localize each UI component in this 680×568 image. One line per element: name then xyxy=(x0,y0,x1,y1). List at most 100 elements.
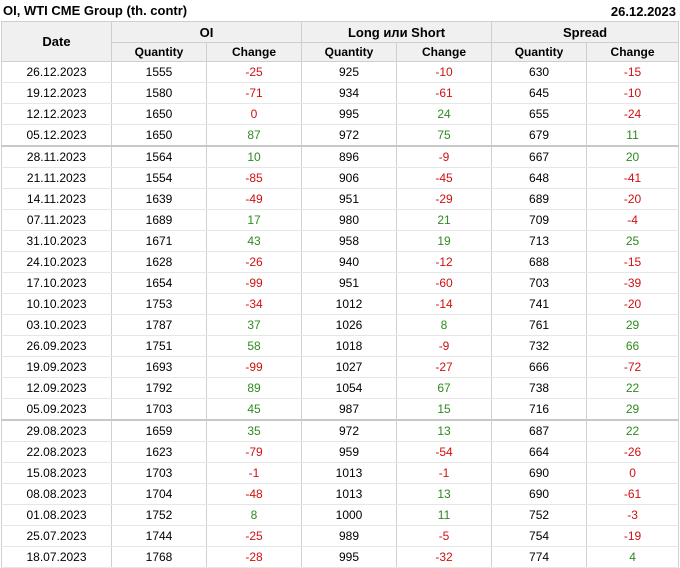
ls-quantity-cell: 959 xyxy=(301,441,398,463)
date-cell: 22.08.2023 xyxy=(1,441,112,463)
spread-change-cell: -4 xyxy=(586,209,680,231)
date-cell: 25.07.2023 xyxy=(1,525,112,547)
spread-quantity-cell: 645 xyxy=(491,82,588,104)
oi-quantity-cell: 1753 xyxy=(111,293,207,315)
ls-change-cell: -45 xyxy=(396,167,493,189)
ls-quantity-cell: 1013 xyxy=(301,462,398,484)
oi-quantity-cell: 1639 xyxy=(111,188,207,210)
ls-quantity-cell: 1054 xyxy=(301,377,398,399)
table-row: 01.08.2023 1752 8 1000 11 752 -3 xyxy=(1,504,680,526)
ls-change-cell: -14 xyxy=(396,293,493,315)
oi-quantity-cell: 1693 xyxy=(111,356,207,378)
oi-change-cell: -99 xyxy=(205,272,303,294)
oi-quantity-cell: 1659 xyxy=(111,419,207,442)
ls-change-cell: 15 xyxy=(396,398,493,421)
date-cell: 31.10.2023 xyxy=(1,230,112,252)
spread-change-cell: -72 xyxy=(586,356,680,378)
ls-quantity-cell: 1012 xyxy=(301,293,398,315)
table-row: 05.12.2023 1650 87 972 75 679 11 xyxy=(1,124,680,147)
oi-quantity-cell: 1689 xyxy=(111,209,207,231)
spread-change-cell: -15 xyxy=(586,61,680,83)
date-cell: 05.09.2023 xyxy=(1,398,112,421)
ls-quantity-cell: 1000 xyxy=(301,504,398,526)
table-row: 19.12.2023 1580 -71 934 -61 645 -10 xyxy=(1,82,680,104)
report-date: 26.12.2023 xyxy=(610,4,676,19)
spread-change-header: Change xyxy=(586,42,680,62)
title-bar: OI, WTI CME Group (th. contr) 26.12.2023 xyxy=(0,0,680,21)
oi-quantity-cell: 1787 xyxy=(111,314,207,336)
oi-change-cell: 89 xyxy=(205,377,303,399)
oi-change-header: Change xyxy=(205,42,303,62)
ls-quantity-cell: 972 xyxy=(301,419,398,442)
spread-quantity-cell: 774 xyxy=(491,546,588,568)
spread-change-cell: 22 xyxy=(586,419,680,442)
ls-quantity-cell: 951 xyxy=(301,188,398,210)
spread-quantity-cell: 679 xyxy=(491,124,588,147)
table-row: 05.09.2023 1703 45 987 15 716 29 xyxy=(1,398,680,421)
oi-group-header: OI xyxy=(110,21,303,43)
table-row: 03.10.2023 1787 37 1026 8 761 29 xyxy=(1,314,680,336)
date-cell: 03.10.2023 xyxy=(1,314,112,336)
oi-quantity-cell: 1623 xyxy=(111,441,207,463)
spread-quantity-cell: 630 xyxy=(491,61,588,83)
ls-change-cell: 21 xyxy=(396,209,493,231)
date-cell: 28.11.2023 xyxy=(1,145,112,168)
oi-change-cell: 35 xyxy=(205,419,303,442)
oi-quantity-header: Quantity xyxy=(111,42,207,62)
spread-quantity-cell: 754 xyxy=(491,525,588,547)
ls-change-cell: -60 xyxy=(396,272,493,294)
ls-quantity-cell: 989 xyxy=(301,525,398,547)
date-cell: 12.09.2023 xyxy=(1,377,112,399)
spread-change-cell: -3 xyxy=(586,504,680,526)
table-row: 22.08.2023 1623 -79 959 -54 664 -26 xyxy=(1,441,680,463)
table-row: 28.11.2023 1564 10 896 -9 667 20 xyxy=(1,145,680,168)
ls-change-cell: -61 xyxy=(396,82,493,104)
oi-quantity-cell: 1654 xyxy=(111,272,207,294)
oi-change-cell: -71 xyxy=(205,82,303,104)
ls-change-cell: -1 xyxy=(396,462,493,484)
spread-change-cell: 11 xyxy=(586,124,680,147)
spread-quantity-cell: 689 xyxy=(491,188,588,210)
spread-quantity-cell: 761 xyxy=(491,314,588,336)
page-title: OI, WTI CME Group (th. contr) xyxy=(3,3,188,18)
ls-quantity-cell: 1026 xyxy=(301,314,398,336)
date-cell: 24.10.2023 xyxy=(1,251,112,273)
ls-quantity-cell: 980 xyxy=(301,209,398,231)
spread-change-cell: 29 xyxy=(586,398,680,421)
ls-change-cell: 11 xyxy=(396,504,493,526)
oi-quantity-cell: 1768 xyxy=(111,546,207,568)
oi-quantity-cell: 1650 xyxy=(111,103,207,125)
table-row: 07.11.2023 1689 17 980 21 709 -4 xyxy=(1,209,680,231)
long-short-group-header: Long или Short xyxy=(301,21,493,43)
date-cell: 19.09.2023 xyxy=(1,356,112,378)
ls-change-cell: -12 xyxy=(396,251,493,273)
ls-quantity-cell: 987 xyxy=(301,398,398,421)
oi-table: Date OI Long или Short Spread Quantity C… xyxy=(1,21,680,568)
date-cell: 15.08.2023 xyxy=(1,462,112,484)
spread-change-cell: -41 xyxy=(586,167,680,189)
spread-change-cell: -26 xyxy=(586,441,680,463)
date-cell: 12.12.2023 xyxy=(1,103,112,125)
oi-change-cell: -34 xyxy=(205,293,303,315)
oi-quantity-cell: 1703 xyxy=(111,462,207,484)
oi-quantity-cell: 1628 xyxy=(111,251,207,273)
spread-change-cell: -20 xyxy=(586,188,680,210)
spread-quantity-cell: 687 xyxy=(491,419,588,442)
spread-quantity-cell: 667 xyxy=(491,145,588,168)
table-row: 08.08.2023 1704 -48 1013 13 690 -61 xyxy=(1,483,680,505)
oi-quantity-cell: 1704 xyxy=(111,483,207,505)
ls-change-cell: -10 xyxy=(396,61,493,83)
spread-change-cell: 29 xyxy=(586,314,680,336)
table-row: 12.12.2023 1650 0 995 24 655 -24 xyxy=(1,103,680,125)
spread-quantity-cell: 690 xyxy=(491,462,588,484)
oi-quantity-cell: 1580 xyxy=(111,82,207,104)
date-cell: 17.10.2023 xyxy=(1,272,112,294)
ls-change-cell: 67 xyxy=(396,377,493,399)
oi-change-cell: -25 xyxy=(205,525,303,547)
ls-change-cell: 13 xyxy=(396,483,493,505)
oi-change-cell: -49 xyxy=(205,188,303,210)
date-column-header: Date xyxy=(1,21,112,62)
oi-change-cell: -79 xyxy=(205,441,303,463)
spread-quantity-cell: 752 xyxy=(491,504,588,526)
ls-change-header: Change xyxy=(396,42,493,62)
